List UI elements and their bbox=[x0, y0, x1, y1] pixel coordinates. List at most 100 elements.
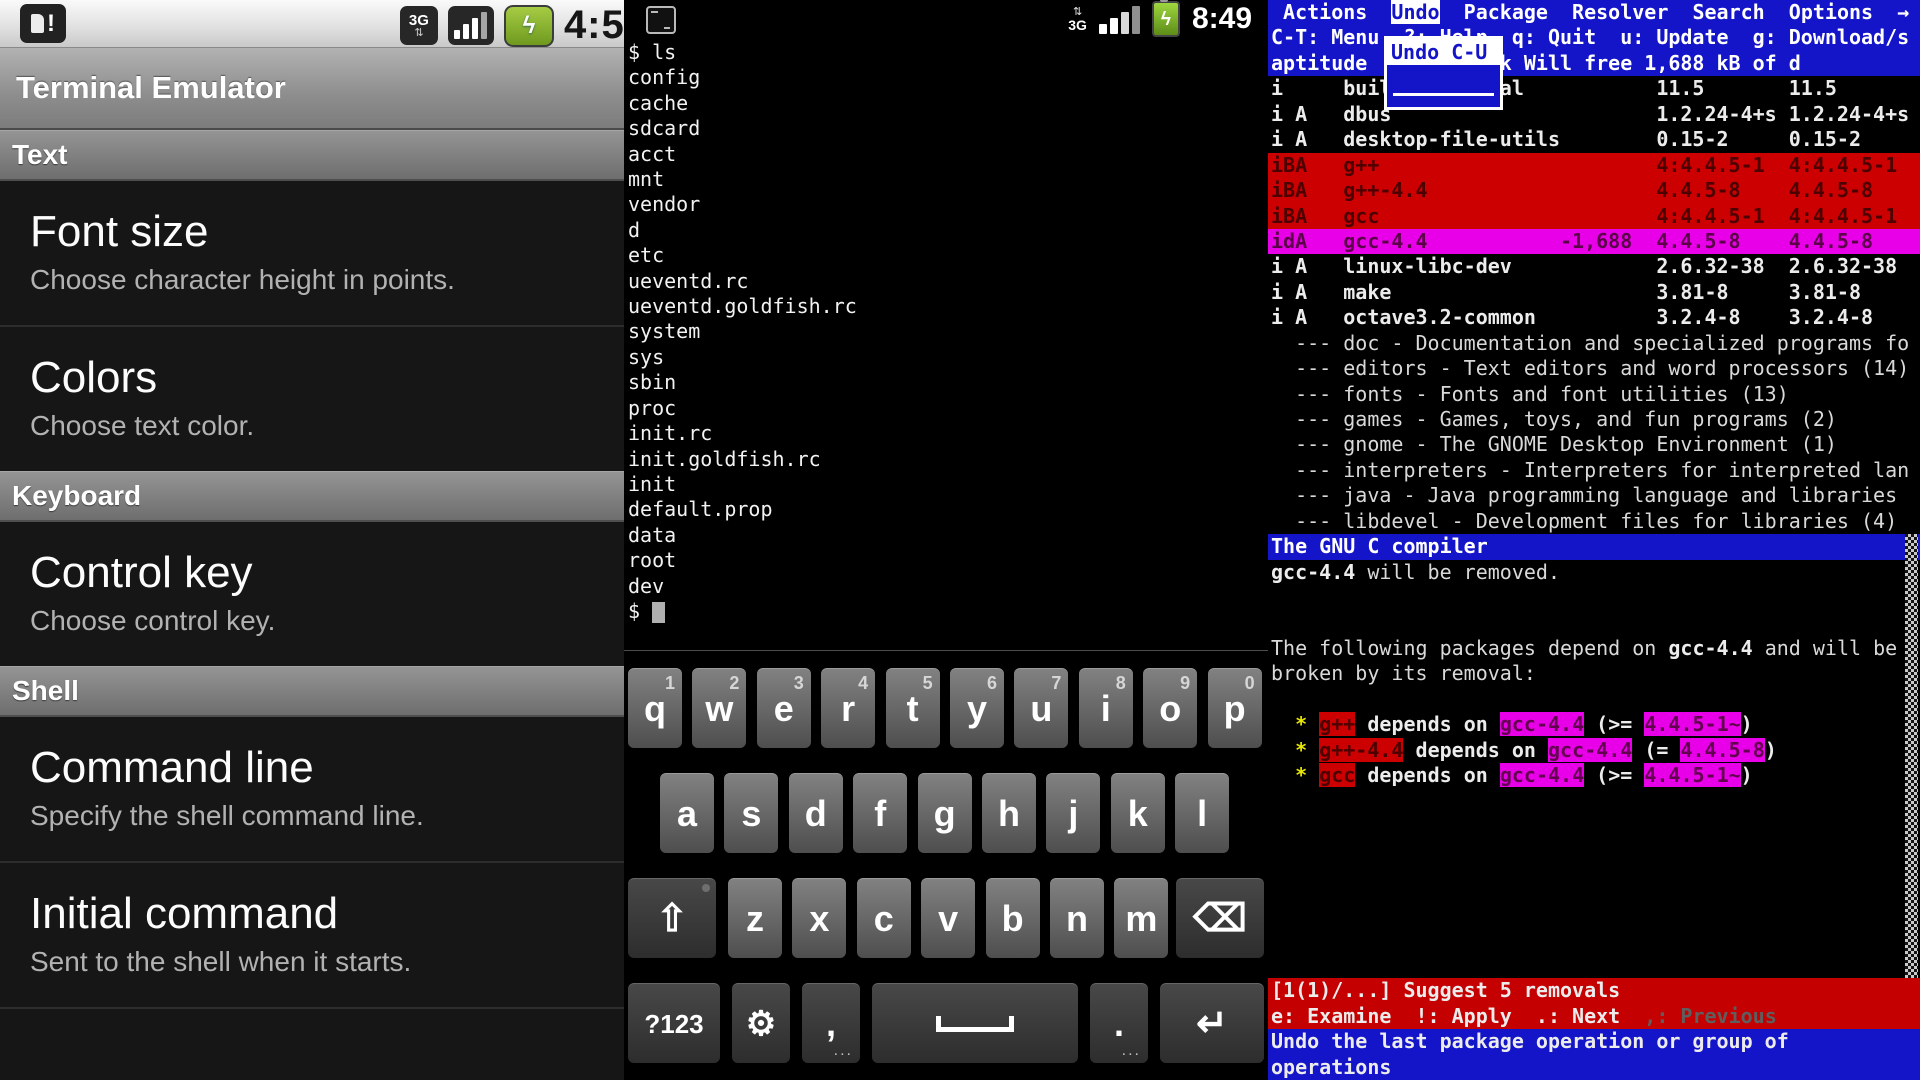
sim-card-glyph bbox=[31, 14, 44, 33]
android-status-bar-middle: ⇅ 3G ϟ 8:49 bbox=[624, 0, 1268, 38]
terminal-line: d bbox=[624, 218, 1268, 243]
aptitude-line[interactable]: iBA g++ 4:4.4.5-1 4:4.4.5-1 bbox=[1268, 153, 1920, 178]
aptitude-line: The following packages depend on gcc-4.4… bbox=[1268, 636, 1920, 661]
symbols-key[interactable]: ?123 bbox=[628, 983, 720, 1063]
aptitude-line[interactable]: --- games - Games, toys, and fun program… bbox=[1268, 407, 1920, 432]
aptitude-line: C-T: Menu ?: Help q: Quit u: Update g: D… bbox=[1268, 25, 1920, 50]
signal-strength-icon bbox=[1099, 4, 1140, 34]
key-k[interactable]: k bbox=[1111, 773, 1165, 853]
signal-strength-icon bbox=[448, 6, 494, 45]
aptitude-line[interactable]: --- fonts - Fonts and font utilities (13… bbox=[1268, 382, 1920, 407]
key-b[interactable]: b bbox=[986, 878, 1040, 958]
clock-text: 8:49 bbox=[1192, 2, 1252, 36]
settings-item-initial-command[interactable]: Initial commandSent to the shell when it… bbox=[0, 863, 624, 1007]
aptitude-line[interactable]: i A octave3.2-common 3.2.4-8 3.2.4-8 bbox=[1268, 305, 1920, 330]
settings-item-command-line[interactable]: Command lineSpecify the shell command li… bbox=[0, 717, 624, 861]
gear-icon: ⚙ bbox=[746, 1007, 776, 1041]
key-c[interactable]: c bbox=[857, 878, 911, 958]
aptitude-line[interactable]: Actions Undo Package Resolver Search Opt… bbox=[1268, 0, 1920, 25]
terminal-line: init bbox=[624, 472, 1268, 497]
popup-border-line bbox=[1393, 93, 1494, 96]
settings-item-subtitle: Specify the shell command line. bbox=[30, 800, 624, 832]
key-a[interactable]: a bbox=[660, 773, 714, 853]
aptitude-line[interactable]: idA gcc-4.4 -1,688 4.4.5-8 4.4.5-8 bbox=[1268, 229, 1920, 254]
key-l[interactable]: l bbox=[1175, 773, 1229, 853]
aptitude-package-manager: Actions Undo Package Resolver Search Opt… bbox=[1268, 0, 1920, 1080]
item-divider bbox=[0, 1007, 624, 1009]
key-e[interactable]: e3 bbox=[757, 668, 811, 748]
aptitude-line[interactable]: i A linux-libc-dev 2.6.32-38 2.6.32-38 bbox=[1268, 254, 1920, 279]
key-i[interactable]: i8 bbox=[1079, 668, 1133, 748]
key-o[interactable]: o9 bbox=[1143, 668, 1197, 748]
section-header-text: Text bbox=[0, 130, 624, 181]
terminal-line: init.rc bbox=[624, 421, 1268, 446]
terminal-line: $ ls bbox=[624, 40, 1268, 65]
aptitude-line: * gcc depends on gcc-4.4 (>= 4.4.5-1~) bbox=[1268, 763, 1920, 788]
key-y[interactable]: y6 bbox=[950, 668, 1004, 748]
terminal-line: sdcard bbox=[624, 116, 1268, 141]
key-n[interactable]: n bbox=[1050, 878, 1104, 958]
aptitude-line[interactable]: iBA gcc 4:4.4.5-1 4:4.4.5-1 bbox=[1268, 204, 1920, 229]
settings-item-title: Control key bbox=[30, 550, 624, 596]
key-p[interactable]: p0 bbox=[1208, 668, 1262, 748]
aptitude-line[interactable]: i build-essential 11.5 11.5 bbox=[1268, 76, 1920, 101]
terminal-line: ueventd.goldfish.rc bbox=[624, 294, 1268, 319]
key-u[interactable]: u7 bbox=[1014, 668, 1068, 748]
aptitude-line[interactable]: iBA g++-4.4 4.4.5-8 4.4.5-8 bbox=[1268, 178, 1920, 203]
key-f[interactable]: f bbox=[853, 773, 907, 853]
aptitude-line[interactable]: i A dbus 1.2.24-4+s 1.2.24-4+s bbox=[1268, 102, 1920, 127]
key-d[interactable]: d bbox=[789, 773, 843, 853]
key-w[interactable]: w2 bbox=[692, 668, 746, 748]
settings-key[interactable]: ⚙ bbox=[732, 983, 790, 1063]
aptitude-line bbox=[1268, 687, 1920, 712]
settings-item-control-key[interactable]: Control keyChoose control key. bbox=[0, 522, 624, 666]
menu-item-undo[interactable]: Undo C-U bbox=[1387, 39, 1500, 65]
key-j[interactable]: j bbox=[1046, 773, 1100, 853]
aptitude-line bbox=[1268, 611, 1920, 636]
settings-item-title: Font size bbox=[30, 209, 624, 255]
key-q[interactable]: q1 bbox=[628, 668, 682, 748]
settings-list: Text Font size Choose character height in … bbox=[0, 130, 624, 1009]
section-header-label: Text bbox=[12, 139, 68, 171]
key-m[interactable]: m bbox=[1114, 878, 1168, 958]
key-r[interactable]: r4 bbox=[821, 668, 875, 748]
key-t[interactable]: t5 bbox=[886, 668, 940, 748]
key-h[interactable]: h bbox=[982, 773, 1036, 853]
terminal-line: dev bbox=[624, 574, 1268, 599]
aptitude-line: [1(1)/...] Suggest 5 removals bbox=[1268, 978, 1920, 1003]
backspace-key[interactable]: ⌫ bbox=[1176, 878, 1264, 958]
settings-item-font-size[interactable]: Font size Choose character height in poin… bbox=[0, 181, 624, 325]
key-z[interactable]: z bbox=[728, 878, 782, 958]
aptitude-line[interactable]: --- gnome - The GNOME Desktop Environmen… bbox=[1268, 432, 1920, 457]
aptitude-line[interactable]: --- editors - Text editors and word proc… bbox=[1268, 356, 1920, 381]
aptitude-line: * g++-4.4 depends on gcc-4.4 (= 4.4.5-8) bbox=[1268, 738, 1920, 763]
app-title: Terminal Emulator bbox=[16, 70, 286, 106]
android-status-bar-left: ! 3G ⇅ ϟ 4:54 bbox=[0, 0, 624, 48]
aptitude-line: aptitude k Will free 1,688 kB of d bbox=[1268, 51, 1920, 76]
scrollbar[interactable] bbox=[1905, 534, 1918, 978]
aptitude-line[interactable]: --- java - Java programming language and… bbox=[1268, 483, 1920, 508]
period-key[interactable]: .... bbox=[1090, 983, 1148, 1063]
comma-key[interactable]: ,... bbox=[802, 983, 860, 1063]
aptitude-line[interactable]: i A desktop-file-utils 0.15-2 0.15-2 bbox=[1268, 127, 1920, 152]
key-x[interactable]: x bbox=[792, 878, 846, 958]
settings-item-subtitle: Choose character height in points. bbox=[30, 264, 624, 296]
key-s[interactable]: s bbox=[724, 773, 778, 853]
terminal-line: ueventd.rc bbox=[624, 269, 1268, 294]
aptitude-line[interactable]: --- libdevel - Development files for lib… bbox=[1268, 509, 1920, 534]
space-key[interactable] bbox=[872, 983, 1078, 1063]
section-header-label: Shell bbox=[12, 675, 79, 707]
settings-item-colors[interactable]: ColorsChoose text color. bbox=[0, 327, 624, 471]
settings-item-subtitle: Choose text color. bbox=[30, 410, 624, 442]
undo-menu-popup: Undo C-U bbox=[1384, 36, 1503, 110]
composite-screenshot: ! 3G ⇅ ϟ 4:54 Terminal Emulator Text Font… bbox=[0, 0, 1920, 1080]
enter-key[interactable]: ↵ bbox=[1160, 983, 1264, 1063]
terminal-line: config bbox=[624, 65, 1268, 90]
key-g[interactable]: g bbox=[918, 773, 972, 853]
aptitude-line[interactable]: i A make 3.81-8 3.81-8 bbox=[1268, 280, 1920, 305]
aptitude-line[interactable]: --- interpreters - Interpreters for inte… bbox=[1268, 458, 1920, 483]
aptitude-line[interactable]: --- doc - Documentation and specialized … bbox=[1268, 331, 1920, 356]
terminal-line: default.prop bbox=[624, 497, 1268, 522]
shift-key[interactable]: ⇧ bbox=[628, 878, 716, 958]
key-v[interactable]: v bbox=[921, 878, 975, 958]
